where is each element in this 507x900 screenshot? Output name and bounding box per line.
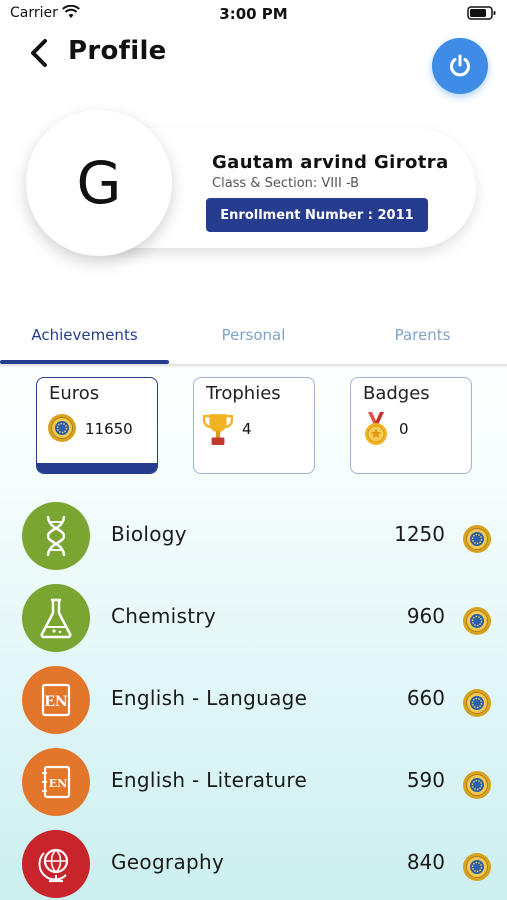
clock: 3:00 PM [219, 5, 288, 23]
stat-label: Euros [49, 383, 100, 404]
selected-indicator [37, 463, 157, 473]
subject-name: Biology [111, 522, 187, 546]
tab-achievements[interactable]: Achievements [0, 318, 169, 364]
stat-label: Badges [363, 383, 430, 404]
tabs-divider [0, 364, 507, 368]
subject-row-geography[interactable]: Geography 840 [0, 830, 507, 900]
subject-row-biology[interactable]: Biology 1250 [0, 502, 507, 576]
coin-icon [463, 525, 491, 553]
stat-value: 4 [242, 420, 252, 438]
stat-label: Trophies [206, 383, 281, 404]
coin-icon [463, 853, 491, 881]
subject-score: 1250 [394, 522, 445, 546]
stat-value: 11650 [85, 420, 133, 438]
flask-icon [22, 584, 90, 652]
subject-score: 590 [406, 768, 445, 792]
subject-name: Chemistry [111, 604, 217, 628]
profile-tabs: Achievements Personal Parents [0, 318, 507, 364]
subject-name: Geography [111, 850, 225, 874]
subject-name: English - Language [111, 686, 308, 710]
power-icon [450, 54, 470, 77]
class-section: Class & Section: VIII -B [212, 176, 360, 191]
student-name: Gautam arvind Girotra [212, 152, 449, 173]
svg-text:EN: EN [49, 777, 67, 790]
coin-icon [463, 607, 491, 635]
en-notebook-icon: EN [22, 748, 90, 816]
subject-score: 960 [406, 604, 445, 628]
stat-card-badges[interactable]: Badges 0 [350, 377, 472, 474]
stat-card-euros[interactable]: Euros 11650 [36, 377, 158, 474]
back-chevron-icon[interactable] [28, 38, 50, 68]
subject-name: English - Literature [111, 768, 308, 792]
dna-icon [22, 502, 90, 570]
coin-icon [48, 414, 76, 442]
subject-score: 840 [406, 850, 445, 874]
stat-value: 0 [399, 420, 409, 438]
battery-icon [467, 6, 496, 20]
subject-row-english-literature[interactable]: EN English - Literature 590 [0, 748, 507, 822]
subject-row-chemistry[interactable]: Chemistry 960 [0, 584, 507, 658]
globe-icon [22, 830, 90, 898]
enrollment-badge: Enrollment Number : 2011 [206, 198, 428, 232]
stat-card-trophies[interactable]: Trophies 4 [193, 377, 315, 474]
tab-personal[interactable]: Personal [169, 318, 338, 364]
subject-score: 660 [406, 686, 445, 710]
trophy-icon [202, 414, 234, 445]
subject-row-english-language[interactable]: EN English - Language 660 [0, 666, 507, 740]
medal-icon [365, 412, 387, 445]
page-title: Profile [68, 36, 167, 66]
status-bar: Carrier 3:00 PM [0, 0, 507, 30]
svg-text:EN: EN [44, 694, 68, 710]
coin-icon [463, 771, 491, 799]
logout-button[interactable] [432, 38, 488, 94]
coin-icon [463, 689, 491, 717]
tab-parents[interactable]: Parents [338, 318, 507, 364]
en-book-icon: EN [22, 666, 90, 734]
avatar: G [26, 110, 172, 256]
